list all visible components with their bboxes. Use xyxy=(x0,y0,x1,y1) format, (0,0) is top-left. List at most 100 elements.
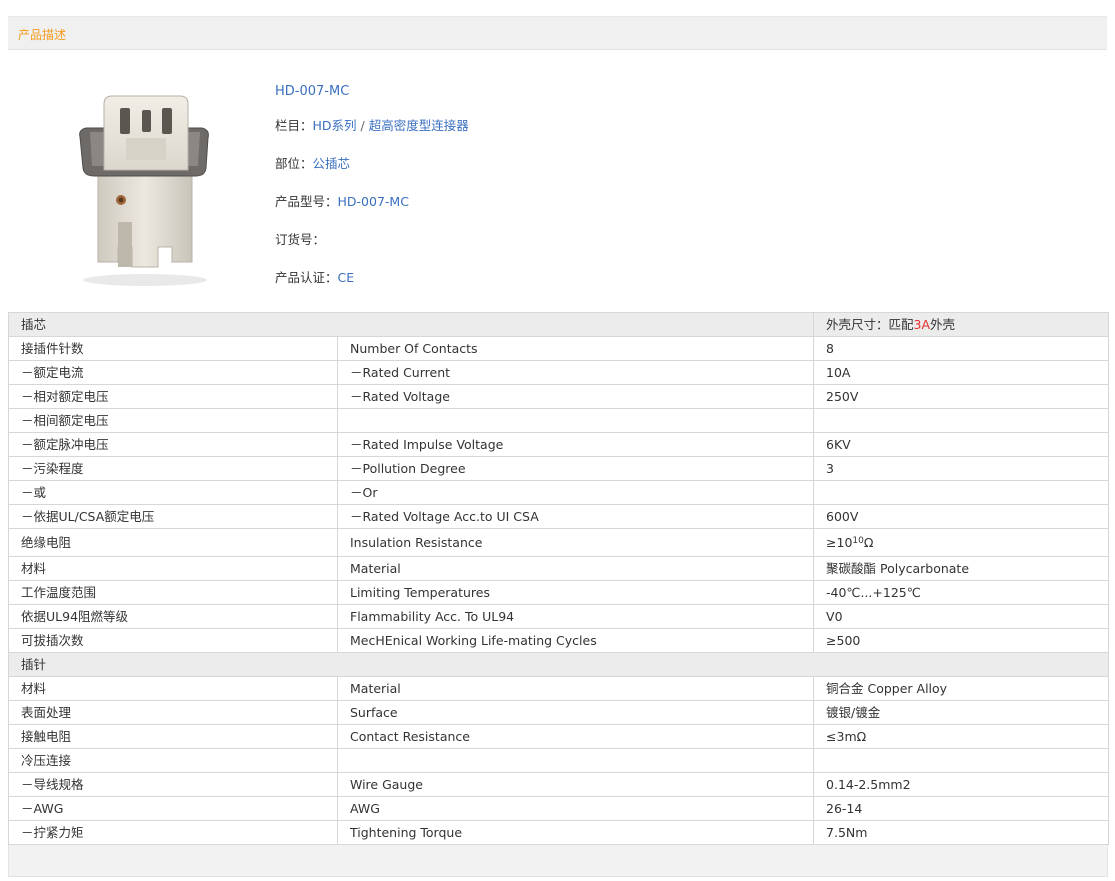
spec-name-cn: －污染程度 xyxy=(8,456,338,481)
housing-size: 外壳尺寸：匹配3A外壳 xyxy=(813,312,1110,337)
spec-name-cn: 冷压连接 xyxy=(8,748,338,773)
pin-header: 插针 xyxy=(7,652,1110,677)
spec-name-en: Contact Resistance xyxy=(336,724,815,749)
certification-value[interactable]: CE xyxy=(338,270,355,285)
spec-name-en: AWG xyxy=(336,796,815,821)
table-row: 表面处理 Surface 镀银/镀金 xyxy=(8,700,1110,725)
spec-value: 0.14-2.5mm2 xyxy=(813,772,1110,797)
spec-name-en: －Pollution Degree xyxy=(336,456,815,481)
spec-value: 250V xyxy=(813,384,1110,409)
table-row: 依据UL94阻燃等级 Flammability Acc. To UL94 V0 xyxy=(8,604,1110,629)
part-label: 部位： xyxy=(275,156,313,171)
table-row: 冷压连接 xyxy=(8,748,1110,773)
product-image xyxy=(79,95,209,286)
spec-name-cn: －额定电流 xyxy=(8,360,338,385)
model-label: 产品型号： xyxy=(275,194,338,209)
table-row: －或 －Or xyxy=(8,480,1110,505)
spec-name-cn: －AWG xyxy=(8,796,338,821)
spec-value: 10A xyxy=(813,360,1110,385)
table-row: －AWG AWG 26-14 xyxy=(8,796,1110,821)
model-value[interactable]: HD-007-MC xyxy=(338,194,409,209)
table-row: －额定脉冲电压 －Rated Impulse Voltage 6KV xyxy=(8,432,1110,457)
spec-name-en xyxy=(336,748,815,773)
category-link-hd[interactable]: HD系列 xyxy=(313,118,357,133)
spec-name-en: Wire Gauge xyxy=(336,772,815,797)
product-name: HD-007-MC xyxy=(275,84,350,99)
spec-value: ≤3mΩ xyxy=(813,724,1110,749)
section-header: 产品描述 xyxy=(8,16,1107,50)
category-row: 栏目：HD系列 / 超高密度型连接器 xyxy=(275,115,469,134)
table-row: 接触电阻 Contact Resistance ≤3mΩ xyxy=(8,724,1110,749)
insert-header-row: 插芯 外壳尺寸：匹配3A外壳 xyxy=(7,312,1110,337)
spec-value xyxy=(813,748,1110,773)
spec-value: -40℃...+125℃ xyxy=(813,580,1110,605)
category-link-high-density[interactable]: 超高密度型连接器 xyxy=(369,118,469,133)
spec-name-cn: －或 xyxy=(8,480,338,505)
spec-name-cn: －导线规格 xyxy=(8,772,338,797)
spec-name-en: －Rated Current xyxy=(336,360,815,385)
spec-value: ≥500 xyxy=(813,628,1110,653)
spec-name-cn: －相对额定电压 xyxy=(8,384,338,409)
spec-name-cn: －额定脉冲电压 xyxy=(8,432,338,457)
table-row: －额定电流 －Rated Current 10A xyxy=(8,360,1110,385)
spec-name-en: －Rated Voltage Acc.to UI CSA xyxy=(336,504,815,529)
spec-name-cn: 绝缘电阻 xyxy=(8,528,338,557)
spec-value xyxy=(813,480,1110,505)
table-row: 可拔插次数 MecHEnical Working Life-mating Cycl… xyxy=(8,628,1110,653)
spec-name-cn: 工作温度范围 xyxy=(8,580,338,605)
insulation-row: 绝缘电阻 Insulation Resistance ≥1010Ω xyxy=(8,528,1110,557)
spec-value: 7.5Nm xyxy=(813,820,1110,845)
spec-value: 600V xyxy=(813,504,1110,529)
spec-value: 聚碳酸酯 Polycarbonate xyxy=(813,556,1110,581)
certification-row: 产品认证：CE xyxy=(275,267,354,286)
spec-name-en: Limiting Temperatures xyxy=(336,580,815,605)
spec-table: 插芯 外壳尺寸：匹配3A外壳 接插件针数 Number Of Contacts 8 … xyxy=(7,312,1110,845)
spec-value: 3 xyxy=(813,456,1110,481)
spec-name-cn: 材料 xyxy=(8,676,338,701)
table-footer xyxy=(8,845,1108,877)
pin-header-row: 插针 xyxy=(7,652,1110,677)
spec-value xyxy=(813,408,1110,433)
table-row: －相对额定电压 －Rated Voltage 250V xyxy=(8,384,1110,409)
order-label: 订货号： xyxy=(275,232,326,247)
spec-name-en: －Rated Impulse Voltage xyxy=(336,432,815,457)
spec-value: 镀银/镀金 xyxy=(813,700,1110,725)
spec-name-en: MecHEnical Working Life-mating Cycles xyxy=(336,628,815,653)
category-label: 栏目： xyxy=(275,118,313,133)
spec-value: 26-14 xyxy=(813,796,1110,821)
part-value[interactable]: 公插芯 xyxy=(313,156,351,171)
certification-label: 产品认证： xyxy=(275,270,338,285)
spec-name-en: Flammability Acc. To UL94 xyxy=(336,604,815,629)
spec-name-en: Material xyxy=(336,676,815,701)
spec-name-cn: 可拔插次数 xyxy=(8,628,338,653)
spec-name-cn: 材料 xyxy=(8,556,338,581)
spec-value: 8 xyxy=(813,336,1110,361)
spec-name-en: Insulation Resistance xyxy=(336,528,815,557)
table-row: －拧紧力矩 Tightening Torque 7.5Nm xyxy=(8,820,1110,845)
table-row: 接插件针数 Number Of Contacts 8 xyxy=(8,336,1110,361)
spec-name-cn: －拧紧力矩 xyxy=(8,820,338,845)
section-title: 产品描述 xyxy=(18,28,67,42)
model-row: 产品型号：HD-007-MC xyxy=(275,191,409,210)
category-separator: / xyxy=(360,118,365,133)
spec-name-cn: 接插件针数 xyxy=(8,336,338,361)
spec-name-en: －Or xyxy=(336,480,815,505)
spec-name-cn: 依据UL94阻燃等级 xyxy=(8,604,338,629)
table-row: －依据UL/CSA额定电压 －Rated Voltage Acc.to UI CS… xyxy=(8,504,1110,529)
table-row: －污染程度 －Pollution Degree 3 xyxy=(8,456,1110,481)
insulation-value: ≥1010Ω xyxy=(813,528,1110,557)
table-row: 材料 Material 聚碳酸酯 Polycarbonate xyxy=(8,556,1110,581)
spec-name-en: Material xyxy=(336,556,815,581)
spec-name-cn: 接触电阻 xyxy=(8,724,338,749)
spec-name-en xyxy=(336,408,815,433)
table-row: 工作温度范围 Limiting Temperatures -40℃...+125℃ xyxy=(8,580,1110,605)
table-row: －导线规格 Wire Gauge 0.14-2.5mm2 xyxy=(8,772,1110,797)
spec-value: V0 xyxy=(813,604,1110,629)
spec-name-en: Tightening Torque xyxy=(336,820,815,845)
housing-size-highlight: 3A xyxy=(913,317,931,332)
part-row: 部位：公插芯 xyxy=(275,153,350,172)
spec-value: 铜合金 Copper Alloy xyxy=(813,676,1110,701)
insert-header: 插芯 xyxy=(7,312,815,337)
spec-name-en: －Rated Voltage xyxy=(336,384,815,409)
spec-name-en: Number Of Contacts xyxy=(336,336,815,361)
